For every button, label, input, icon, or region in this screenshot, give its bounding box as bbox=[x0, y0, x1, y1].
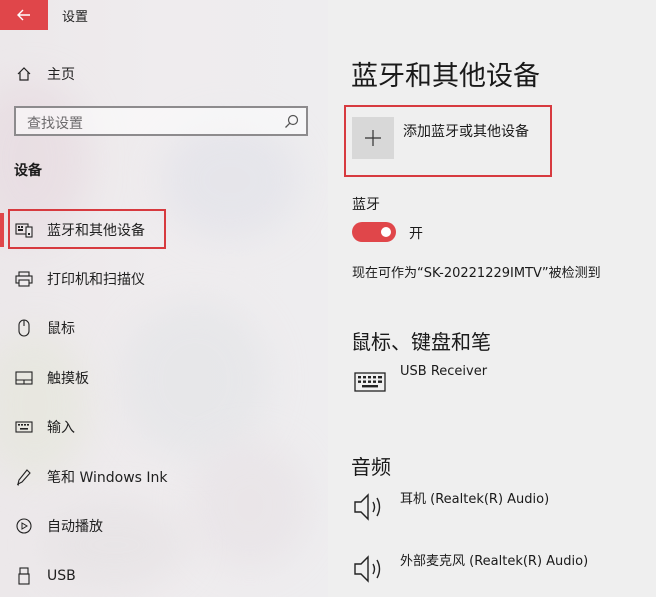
sidebar-item-label: 主页 bbox=[47, 67, 75, 83]
sidebar-item-label: 蓝牙和其他设备 bbox=[47, 223, 145, 239]
bluetooth-toggle-state: 开 bbox=[409, 226, 423, 242]
sidebar-item-printers[interactable]: 打印机和扫描仪 bbox=[0, 261, 328, 297]
page-title: 蓝牙和其他设备 bbox=[351, 61, 540, 92]
settings-window: 设置 主页 查找设置 设备 蓝牙和其他设备 打印机和扫描仪 鼠标 触摸板 输入 … bbox=[0, 0, 656, 597]
sidebar-item-bluetooth[interactable]: 蓝牙和其他设备 bbox=[0, 212, 328, 248]
sidebar-item-autoplay[interactable]: 自动播放 bbox=[0, 508, 328, 544]
autoplay-icon bbox=[14, 516, 34, 536]
search-icon bbox=[285, 114, 299, 128]
title-bar: 设置 bbox=[0, 0, 328, 30]
search-placeholder: 查找设置 bbox=[27, 116, 83, 132]
plus-icon bbox=[365, 130, 381, 146]
device-name[interactable]: 外部麦克风 (Realtek(R) Audio) bbox=[400, 550, 588, 569]
pen-icon bbox=[14, 467, 34, 487]
sidebar-item-label: 自动播放 bbox=[47, 519, 103, 535]
printer-icon bbox=[14, 269, 34, 289]
sidebar-item-home[interactable]: 主页 bbox=[0, 58, 328, 90]
add-device-button[interactable] bbox=[352, 117, 394, 159]
keyboard-input-icon bbox=[14, 417, 34, 437]
speaker-icon bbox=[352, 551, 388, 587]
section-heading: 设备 bbox=[14, 163, 42, 179]
bluetooth-devices-icon bbox=[14, 220, 34, 240]
sidebar-item-label: 输入 bbox=[47, 420, 75, 436]
add-device-label[interactable]: 添加蓝牙或其他设备 bbox=[403, 121, 529, 141]
search-input[interactable]: 查找设置 bbox=[14, 106, 308, 136]
toggle-knob bbox=[381, 227, 391, 237]
sidebar-item-label: 打印机和扫描仪 bbox=[47, 272, 145, 288]
usb-icon bbox=[14, 566, 34, 586]
acrylic-blur bbox=[0, 330, 90, 480]
sidebar-item-touchpad[interactable]: 触摸板 bbox=[0, 360, 328, 396]
back-arrow-icon bbox=[17, 9, 30, 21]
sidebar-item-label: 笔和 Windows Ink bbox=[47, 470, 168, 486]
window-title: 设置 bbox=[62, 10, 89, 25]
sidebar-item-input[interactable]: 输入 bbox=[0, 409, 328, 445]
mouse-keyboard-pen-heading: 鼠标、键盘和笔 bbox=[351, 330, 491, 354]
mouse-icon bbox=[14, 318, 34, 338]
touchpad-icon bbox=[14, 368, 34, 388]
sidebar-item-label: 触摸板 bbox=[47, 371, 89, 387]
audio-heading: 音频 bbox=[351, 455, 391, 479]
bluetooth-heading: 蓝牙 bbox=[352, 197, 380, 213]
main-content: 蓝牙和其他设备 添加蓝牙或其他设备 蓝牙 开 现在可作为“SK-20221229… bbox=[328, 0, 656, 597]
speaker-icon bbox=[352, 489, 388, 525]
keyboard-icon bbox=[352, 364, 388, 400]
sidebar-item-mouse[interactable]: 鼠标 bbox=[0, 310, 328, 346]
sidebar-item-label: USB bbox=[47, 568, 76, 584]
sidebar-item-pen[interactable]: 笔和 Windows Ink bbox=[0, 459, 328, 495]
discoverable-status: 现在可作为“SK-20221229IMTV”被检测到 bbox=[352, 266, 601, 281]
sidebar: 设置 主页 查找设置 设备 蓝牙和其他设备 打印机和扫描仪 鼠标 触摸板 输入 … bbox=[0, 0, 328, 597]
device-name[interactable]: USB Receiver bbox=[400, 364, 487, 379]
sidebar-item-label: 鼠标 bbox=[47, 321, 75, 337]
back-button[interactable] bbox=[0, 0, 48, 30]
bluetooth-toggle[interactable] bbox=[352, 222, 396, 242]
home-icon bbox=[14, 64, 34, 84]
device-name[interactable]: 耳机 (Realtek(R) Audio) bbox=[400, 488, 549, 507]
sidebar-item-usb[interactable]: USB bbox=[0, 558, 328, 594]
